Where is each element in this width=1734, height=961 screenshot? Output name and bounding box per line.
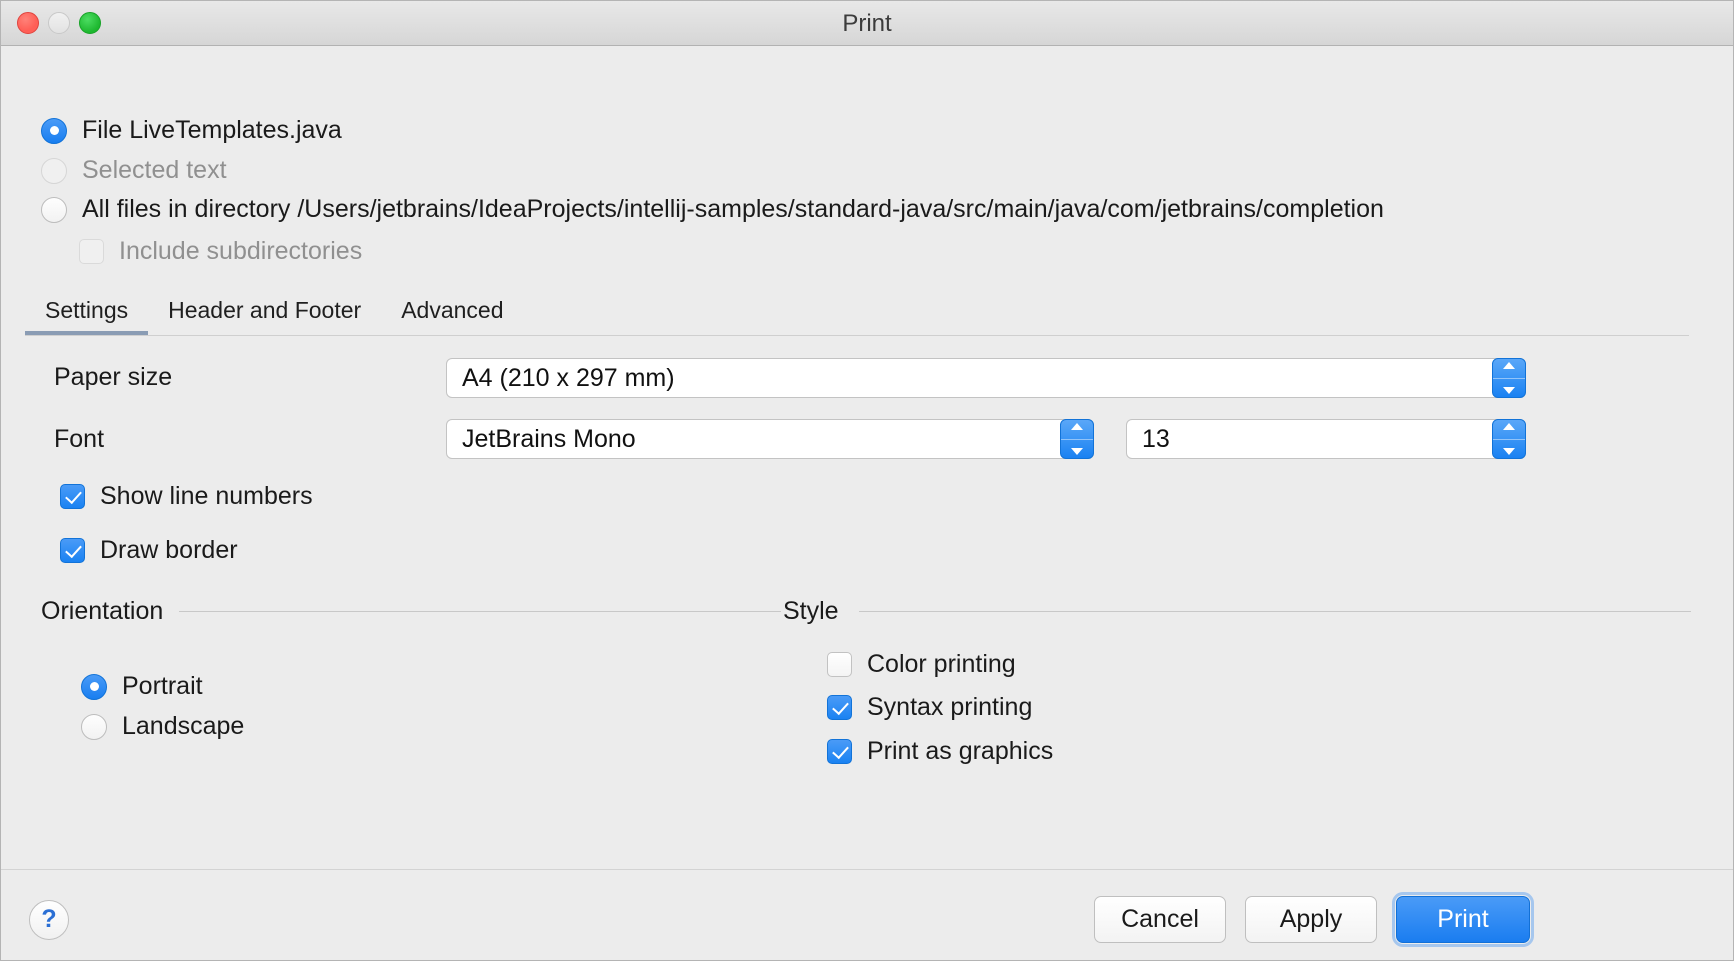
- radio-portrait-label: Portrait: [122, 672, 203, 700]
- font-stepper-up-icon[interactable]: [1061, 420, 1093, 439]
- paper-size-stepper-up-icon[interactable]: [1493, 359, 1525, 378]
- color-printing-box[interactable]: [827, 652, 852, 677]
- radio-selected-text-indicator[interactable]: [41, 157, 67, 184]
- print-as-graphics-label: Print as graphics: [867, 737, 1054, 765]
- tab-settings[interactable]: Settings: [25, 291, 149, 335]
- checkbox-print-as-graphics[interactable]: Print as graphics: [827, 737, 1053, 766]
- style-group-divider-left: [759, 611, 781, 612]
- radio-file-label: File LiveTemplates.java: [82, 116, 342, 144]
- font-stepper[interactable]: [1060, 419, 1094, 459]
- font-size-stepper[interactable]: [1492, 419, 1526, 459]
- print-as-graphics-box[interactable]: [827, 739, 852, 764]
- paper-size-stepper-down-icon[interactable]: [1493, 379, 1525, 398]
- dialog-body: File LiveTemplates.java Selected text Al…: [1, 46, 1733, 960]
- orientation-group-divider: [179, 611, 759, 612]
- tab-header-and-footer[interactable]: Header and Footer: [148, 291, 381, 335]
- paper-size-value: A4 (210 x 297 mm): [462, 363, 675, 392]
- paper-size-label: Paper size: [54, 363, 173, 391]
- style-group-title: Style: [783, 597, 853, 626]
- checkbox-color-printing[interactable]: Color printing: [827, 650, 1016, 679]
- checkbox-show-line-numbers[interactable]: Show line numbers: [60, 482, 313, 511]
- show-line-numbers-label: Show line numbers: [100, 482, 313, 510]
- radio-landscape-indicator[interactable]: [81, 713, 107, 740]
- syntax-printing-box[interactable]: [827, 695, 852, 720]
- radio-file-indicator[interactable]: [41, 117, 67, 144]
- draw-border-box[interactable]: [60, 538, 85, 563]
- radio-all-files-indicator[interactable]: [41, 196, 67, 223]
- radio-all-files-label: All files in directory /Users/jetbrains/…: [82, 195, 1384, 223]
- orientation-group-title: Orientation: [41, 597, 178, 626]
- font-value: JetBrains Mono: [462, 424, 636, 453]
- draw-border-label: Draw border: [100, 536, 238, 564]
- paper-size-combobox[interactable]: A4 (210 x 297 mm): [446, 358, 1526, 398]
- font-combobox[interactable]: JetBrains Mono: [446, 419, 1094, 459]
- tab-advanced[interactable]: Advanced: [381, 291, 523, 335]
- radio-option-selected-text[interactable]: Selected text: [41, 156, 227, 185]
- font-stepper-down-icon[interactable]: [1061, 440, 1093, 459]
- font-size-stepper-up-icon[interactable]: [1493, 420, 1525, 439]
- radio-option-portrait[interactable]: Portrait: [81, 672, 203, 701]
- checkbox-draw-border[interactable]: Draw border: [60, 536, 238, 565]
- print-dialog-window: Print File LiveTemplates.java Selected t…: [0, 0, 1734, 961]
- title-bar: Print: [1, 1, 1733, 46]
- window-title: Print: [842, 10, 892, 37]
- radio-option-all-files[interactable]: All files in directory /Users/jetbrains/…: [41, 195, 1384, 224]
- radio-selected-text-label: Selected text: [82, 156, 227, 184]
- tab-bar: Settings Header and Footer Advanced: [25, 291, 1689, 336]
- font-size-value: 13: [1142, 424, 1170, 453]
- dialog-footer: ? Cancel Apply Print: [1, 869, 1733, 960]
- help-button[interactable]: ?: [29, 900, 69, 940]
- cancel-button[interactable]: Cancel: [1094, 896, 1226, 943]
- include-subdirectories-box[interactable]: [79, 239, 104, 264]
- syntax-printing-label: Syntax printing: [867, 693, 1033, 721]
- print-button[interactable]: Print: [1396, 896, 1530, 943]
- paper-size-stepper[interactable]: [1492, 358, 1526, 398]
- apply-button[interactable]: Apply: [1245, 896, 1377, 943]
- color-printing-label: Color printing: [867, 650, 1016, 678]
- include-subdirectories-label: Include subdirectories: [119, 237, 363, 265]
- font-size-combobox[interactable]: 13: [1126, 419, 1526, 459]
- show-line-numbers-box[interactable]: [60, 484, 85, 509]
- radio-option-file[interactable]: File LiveTemplates.java: [41, 116, 342, 145]
- checkbox-syntax-printing[interactable]: Syntax printing: [827, 693, 1032, 722]
- radio-landscape-label: Landscape: [122, 712, 245, 740]
- radio-option-landscape[interactable]: Landscape: [81, 712, 244, 741]
- font-label: Font: [54, 425, 105, 453]
- checkbox-include-subdirectories[interactable]: Include subdirectories: [79, 237, 362, 266]
- style-group-divider-right: [859, 611, 1691, 612]
- radio-portrait-indicator[interactable]: [81, 673, 107, 700]
- font-size-stepper-down-icon[interactable]: [1493, 440, 1525, 459]
